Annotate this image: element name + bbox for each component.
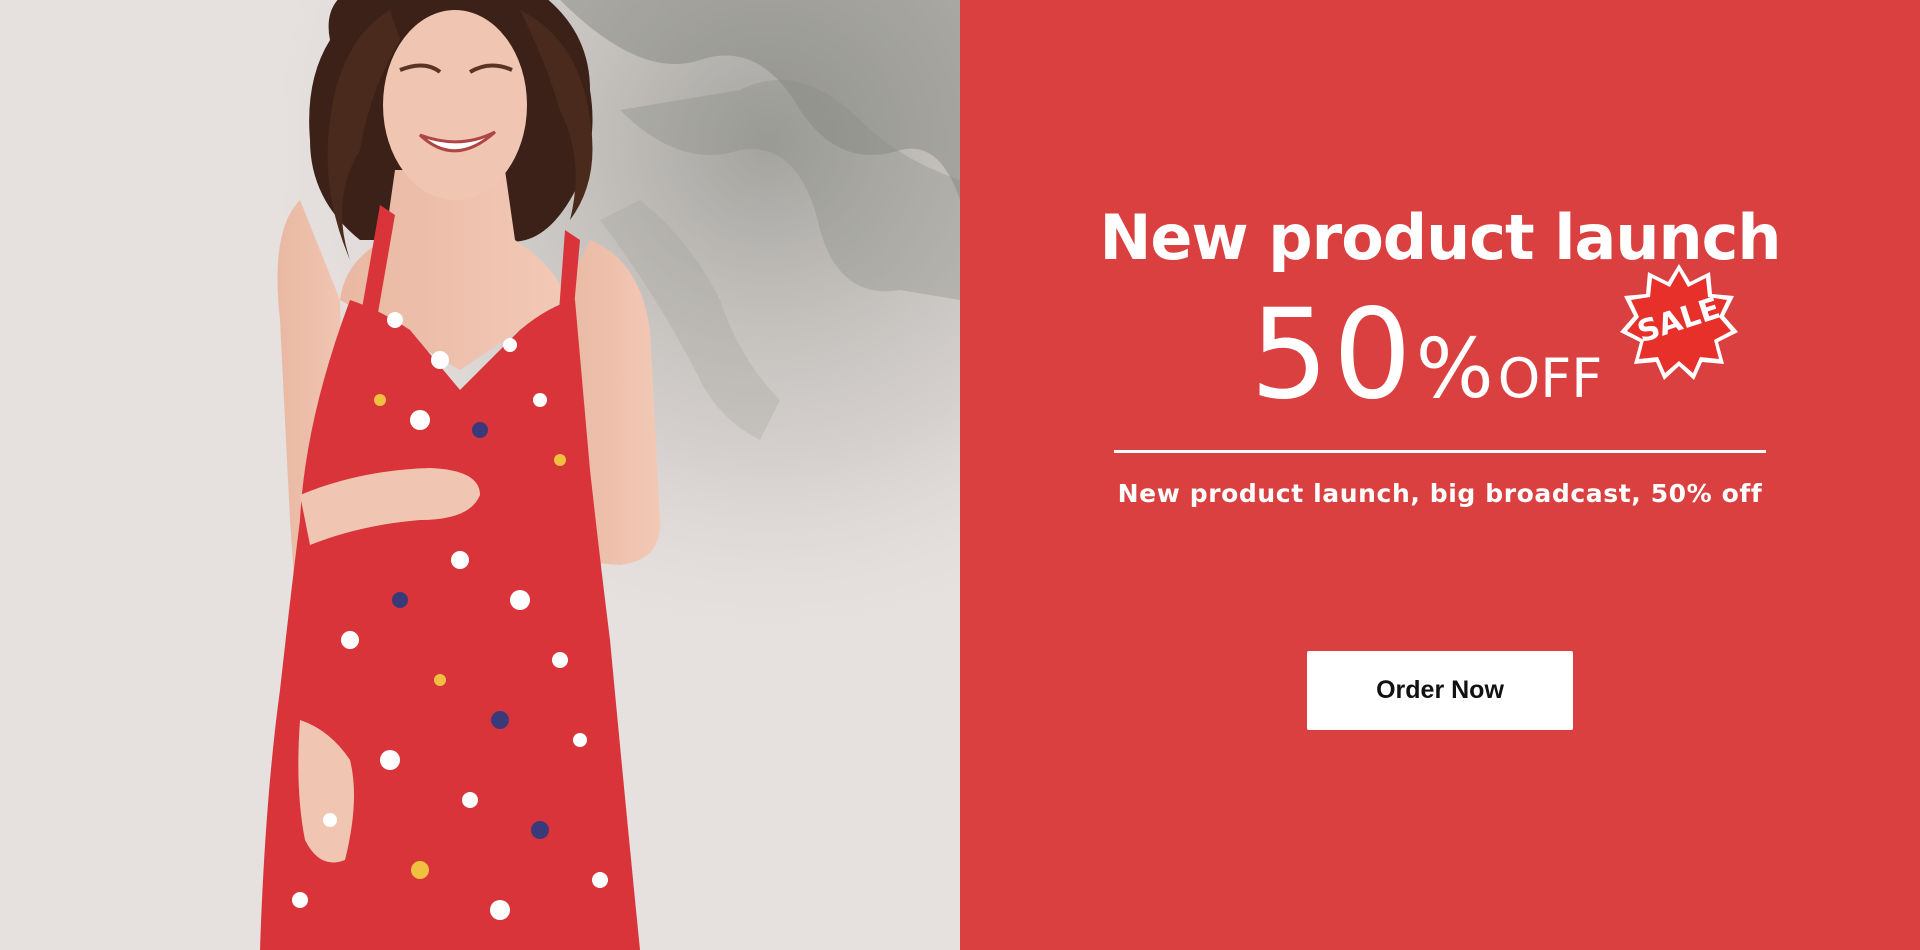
promo-banner: New product launch 50%OFF SALE New produ… [0, 0, 1920, 950]
order-now-button[interactable]: Order Now [1307, 651, 1573, 730]
discount-number: 50 [1250, 283, 1416, 427]
promo-panel: New product launch 50%OFF SALE New produ… [960, 0, 1920, 950]
discount-percent: % [1415, 322, 1494, 417]
subheadline: New product launch, big broadcast, 50% o… [1117, 479, 1763, 508]
model-illustration [0, 0, 960, 950]
divider [1114, 450, 1766, 453]
discount-text: 50%OFF [1250, 293, 1603, 417]
discount-off: OFF [1497, 347, 1603, 410]
headline: New product launch [1099, 201, 1781, 274]
sale-badge-icon: SALE [1620, 264, 1738, 380]
model-photo [0, 0, 960, 950]
